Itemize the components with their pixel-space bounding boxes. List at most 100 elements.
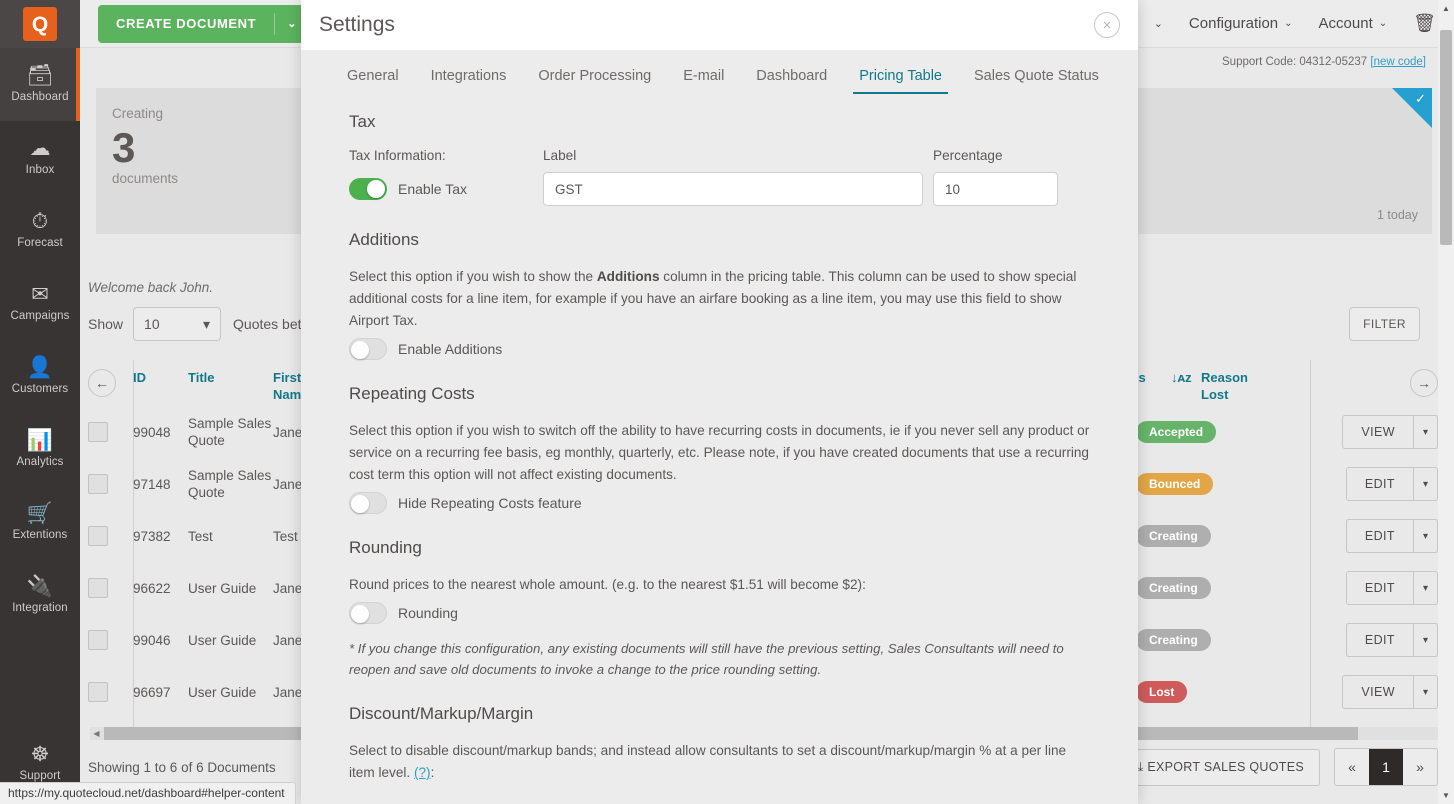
app-logo[interactable]: Q bbox=[0, 0, 80, 48]
chevron-down-icon[interactable]: ▾ bbox=[1413, 416, 1437, 448]
row-action-button[interactable]: VIEW ▾ bbox=[1342, 675, 1438, 709]
cell-id: 97382 bbox=[133, 528, 188, 545]
chevron-down-icon[interactable]: ▾ bbox=[1413, 520, 1437, 552]
create-document-button[interactable]: CREATE DOCUMENT ⌄ bbox=[98, 5, 309, 43]
additions-description: Select this option if you wish to show t… bbox=[349, 266, 1090, 332]
sidebar-item-customers[interactable]: 👤 Customers bbox=[0, 340, 80, 413]
cell-id: 99048 bbox=[133, 424, 188, 441]
hide-repeating-costs-toggle[interactable] bbox=[349, 492, 387, 514]
scroll-right-button[interactable]: → bbox=[1410, 369, 1438, 397]
chevron-down-icon[interactable]: ▾ bbox=[1413, 468, 1437, 500]
export-sales-quotes-button[interactable]: ⤓ EXPORT SALES QUOTES bbox=[1122, 749, 1320, 786]
row-action-button[interactable]: EDIT ▾ bbox=[1346, 467, 1438, 501]
row-checkbox[interactable] bbox=[88, 578, 108, 598]
chevron-down-icon[interactable]: ⌄ bbox=[1154, 17, 1163, 30]
row-action-button[interactable]: EDIT ▾ bbox=[1346, 571, 1438, 605]
corner-flag bbox=[1392, 88, 1432, 128]
stat-card-today: 1 today bbox=[1377, 208, 1418, 222]
tab-email[interactable]: E-mail bbox=[667, 68, 740, 94]
discount-description-part1: Select to disable discount/markup bands;… bbox=[349, 743, 1066, 780]
show-count-value: 10 bbox=[144, 316, 160, 332]
chevron-down-icon[interactable]: ▾ bbox=[1413, 572, 1437, 604]
cell-id: 99046 bbox=[133, 632, 188, 649]
status-badge: Creating bbox=[1136, 525, 1211, 547]
lifebuoy-icon: ☸ bbox=[31, 745, 50, 765]
repeating-costs-description: Select this option if you wish to switch… bbox=[349, 420, 1090, 486]
scroll-left-button[interactable]: ← bbox=[88, 369, 133, 397]
new-code-link[interactable]: [new code] bbox=[1370, 56, 1426, 68]
sidebar-item-extentions[interactable]: 🛒 Extentions bbox=[0, 486, 80, 559]
row-checkbox[interactable] bbox=[88, 422, 108, 442]
sidebar-item-inbox[interactable]: ☁ Inbox bbox=[0, 121, 80, 194]
check-icon: ✓ bbox=[1415, 91, 1426, 107]
tax-section: Tax Information: Enable Tax Label GST Pe… bbox=[349, 148, 1090, 206]
sidebar-item-label: Extentions bbox=[13, 529, 68, 541]
row-action-button[interactable]: EDIT ▾ bbox=[1346, 519, 1438, 553]
row-checkbox[interactable] bbox=[88, 630, 108, 650]
row-action-button[interactable]: EDIT ▾ bbox=[1346, 623, 1438, 657]
row-action-label: VIEW bbox=[1343, 676, 1413, 708]
tax-label-header: Label bbox=[543, 148, 923, 163]
trash-icon[interactable]: 🗑 bbox=[1413, 13, 1436, 34]
tab-dashboard[interactable]: Dashboard bbox=[740, 68, 843, 94]
status-badge: Accepted bbox=[1136, 421, 1216, 443]
envelope-icon: ✉ bbox=[31, 285, 49, 305]
scroll-down-arrow-icon[interactable]: ▼ bbox=[1438, 787, 1454, 804]
gauge-icon: ⏱ bbox=[32, 212, 48, 232]
column-header-reason-lost[interactable]: Reason Lost bbox=[1201, 369, 1227, 403]
configuration-menu[interactable]: Configuration ⌄ bbox=[1189, 15, 1293, 32]
rounding-toggle[interactable] bbox=[349, 602, 387, 624]
tab-general[interactable]: General bbox=[331, 68, 415, 94]
row-checkbox[interactable] bbox=[88, 526, 108, 546]
column-header-id[interactable]: ID bbox=[133, 369, 188, 386]
page-scrollbar[interactable]: ▲ ▼ bbox=[1438, 0, 1454, 804]
row-action-label: EDIT bbox=[1347, 468, 1413, 500]
sidebar-item-dashboard[interactable]: 🗃 Dashboard bbox=[0, 48, 80, 121]
close-icon[interactable]: × bbox=[1094, 12, 1120, 38]
tab-order-processing[interactable]: Order Processing bbox=[522, 68, 667, 94]
tax-information-label: Tax Information: bbox=[349, 148, 543, 163]
tax-label-input[interactable]: GST bbox=[543, 172, 923, 206]
pagination-page-1[interactable]: 1 bbox=[1369, 749, 1403, 785]
tab-integrations[interactable]: Integrations bbox=[415, 68, 523, 94]
scroll-left-arrow-icon[interactable]: ◀ bbox=[90, 727, 103, 740]
chevron-down-icon[interactable]: ▾ bbox=[1413, 624, 1437, 656]
sort-icon[interactable]: ↓ᴀz bbox=[1171, 369, 1201, 386]
chevron-down-icon: ⌄ bbox=[1284, 18, 1292, 29]
scroll-up-arrow-icon[interactable]: ▲ bbox=[1438, 0, 1454, 17]
show-count-select[interactable]: 10 ▾ bbox=[133, 307, 221, 341]
pagination-first[interactable]: « bbox=[1335, 749, 1369, 785]
row-action-label: EDIT bbox=[1347, 624, 1413, 656]
filter-button[interactable]: FILTER bbox=[1349, 307, 1420, 341]
pagination-last[interactable]: » bbox=[1403, 749, 1437, 785]
page-scrollbar-thumb[interactable] bbox=[1440, 30, 1452, 245]
sidebar-item-integration[interactable]: 🔌 Integration bbox=[0, 559, 80, 632]
sidebar-item-forecast[interactable]: ⏱ Forecast bbox=[0, 194, 80, 267]
row-action-button[interactable]: VIEW ▾ bbox=[1342, 415, 1438, 449]
toggle-knob bbox=[351, 341, 369, 359]
repeating-costs-section-heading: Repeating Costs bbox=[349, 384, 1090, 404]
column-header-title[interactable]: Title bbox=[188, 369, 273, 386]
enable-tax-toggle[interactable] bbox=[349, 178, 387, 200]
settings-tabs: General Integrations Order Processing E-… bbox=[301, 50, 1138, 94]
cell-id: 96622 bbox=[133, 580, 188, 597]
account-menu[interactable]: Account ⌄ bbox=[1319, 15, 1388, 32]
contact-card-icon: 👤 bbox=[27, 358, 53, 378]
additions-section-heading: Additions bbox=[349, 230, 1090, 250]
tax-percentage-input[interactable]: 10 bbox=[933, 172, 1058, 206]
sidebar-item-campaigns[interactable]: ✉ Campaigns bbox=[0, 267, 80, 340]
create-document-label: CREATE DOCUMENT bbox=[98, 16, 274, 31]
row-checkbox[interactable] bbox=[88, 682, 108, 702]
tab-pricing-table[interactable]: Pricing Table bbox=[843, 68, 958, 94]
tab-sales-quote-status[interactable]: Sales Quote Status bbox=[958, 68, 1115, 94]
enable-additions-toggle[interactable] bbox=[349, 338, 387, 360]
discount-help-link[interactable]: (?) bbox=[414, 765, 431, 780]
bar-chart-icon: 📊 bbox=[27, 431, 53, 451]
support-code-text: Support Code: 04312-05237 bbox=[1222, 56, 1367, 68]
sidebar-item-analytics[interactable]: 📊 Analytics bbox=[0, 413, 80, 486]
cell-title: User Guide bbox=[188, 684, 273, 701]
row-checkbox[interactable] bbox=[88, 474, 108, 494]
enable-tax-label: Enable Tax bbox=[398, 181, 467, 197]
sidebar-item-label: Forecast bbox=[17, 237, 63, 249]
chevron-down-icon[interactable]: ▾ bbox=[1413, 676, 1437, 708]
